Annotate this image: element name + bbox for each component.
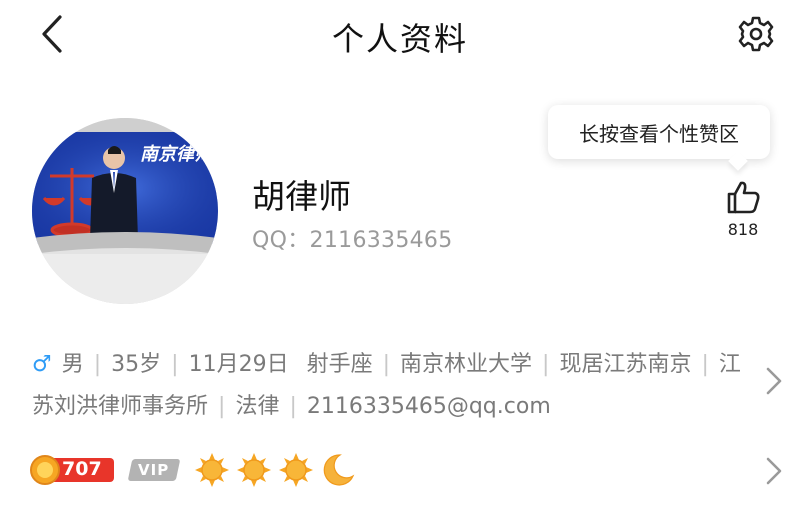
like-count: 818 [727, 220, 759, 239]
divider: | [701, 352, 709, 377]
chevron-right-icon[interactable] [762, 456, 786, 486]
qq-number: 2116335465 [309, 228, 453, 253]
profile-info[interactable]: ♂ 男 | 35岁 | 11月29日 射手座 | 南京林业大学 | 现居江苏南京 | 江苏刘洪律师事务所… [32, 344, 748, 428]
info-industry: 法律 [235, 394, 280, 419]
profile-name: 胡律师 [252, 177, 351, 216]
info-age: 35岁 [111, 352, 162, 377]
info-email: 2116335465@qq.com [306, 394, 551, 419]
like-button[interactable]: 818 [716, 176, 770, 242]
tooltip-text: 长按查看个性赞区 [579, 121, 739, 146]
divider: | [289, 394, 297, 419]
back-button[interactable] [30, 12, 74, 56]
avatar-banner-text: 南京律师团 [140, 144, 218, 165]
moon-icon [323, 454, 355, 486]
sun-icon [195, 453, 229, 487]
info-location: 现居江苏南京 [559, 352, 692, 377]
info-school: 南京林业大学 [400, 352, 533, 377]
gender-male-icon: ♂ [32, 352, 52, 377]
vip-badge: VIP [127, 459, 181, 481]
qq-line[interactable]: QQ：2116335465 [252, 222, 453, 254]
gear-icon [738, 16, 774, 52]
chevron-left-icon [42, 15, 62, 53]
level-number: 707 [62, 458, 102, 480]
settings-button[interactable] [730, 8, 782, 60]
level-row[interactable]: 707 VIP [30, 450, 356, 490]
info-birthday: 11月29日 [188, 352, 289, 377]
sun-icon [279, 453, 313, 487]
thumbs-up-icon [727, 181, 760, 214]
page-title: 个人资料 [331, 20, 468, 58]
qq-label: QQ： [252, 228, 310, 253]
divider: | [218, 394, 226, 419]
info-zodiac: 射手座 [306, 352, 373, 377]
divider: | [93, 352, 102, 377]
info-gender: 男 [61, 352, 84, 377]
level-badge: 707 [30, 455, 116, 485]
divider: | [382, 352, 391, 377]
divider: | [542, 352, 550, 377]
divider: | [171, 352, 179, 377]
avatar-image: 南京律师团 [32, 118, 218, 304]
sun-icon [237, 453, 271, 487]
chevron-right-icon[interactable] [762, 366, 786, 396]
avatar[interactable]: 南京律师团 [32, 118, 218, 304]
